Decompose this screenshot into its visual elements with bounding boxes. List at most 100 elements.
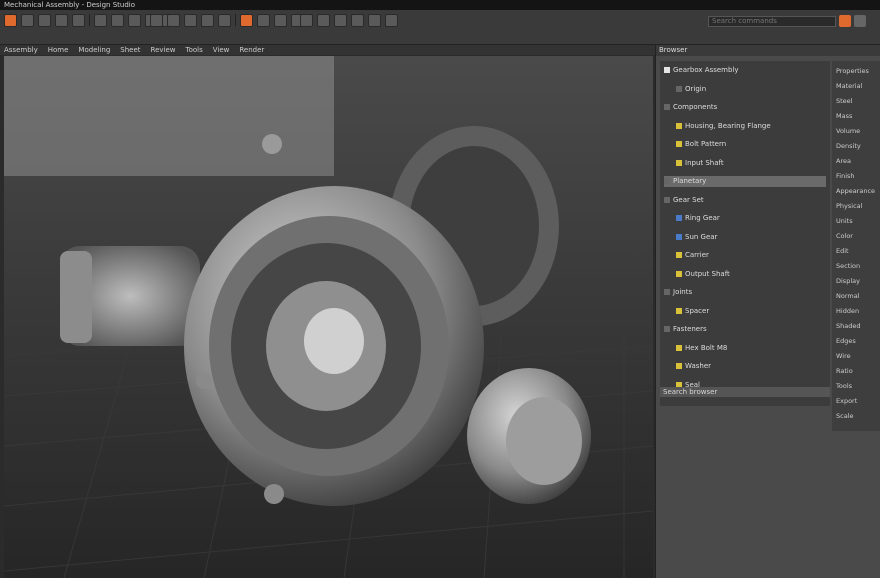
layers-icon[interactable] — [351, 14, 364, 27]
menu-bar: Assembly Home Modeling Sheet Review Tool… — [0, 45, 655, 55]
menu-item[interactable]: Tools — [186, 45, 203, 55]
property-item[interactable]: Normal — [836, 292, 860, 301]
property-item[interactable]: Display — [836, 277, 860, 286]
property-item[interactable]: Ratio — [836, 367, 853, 376]
tree-item[interactable]: Fasteners — [664, 324, 826, 335]
part-icon — [676, 270, 682, 277]
save-icon[interactable] — [38, 14, 51, 27]
property-item[interactable]: Properties — [836, 67, 869, 76]
viewport-canvas[interactable] — [4, 56, 653, 578]
center-bore — [304, 308, 364, 374]
chamfer-icon[interactable] — [201, 14, 214, 27]
property-item[interactable]: Hidden — [836, 307, 859, 316]
property-item[interactable]: Shaded — [836, 322, 860, 331]
toolbar-divider — [235, 14, 236, 26]
property-item[interactable]: Export — [836, 397, 857, 406]
property-item[interactable]: Finish — [836, 172, 855, 181]
assembly-icon — [664, 67, 670, 73]
tree-item[interactable]: Gear Set — [664, 195, 826, 206]
property-item[interactable]: Material — [836, 82, 862, 91]
title-bar: Mechanical Assembly - Design Studio — [0, 0, 880, 10]
input-shaft-flange[interactable] — [60, 251, 92, 343]
tree-item[interactable]: Input Shaft — [676, 158, 826, 169]
window-title: Mechanical Assembly - Design Studio — [4, 1, 136, 9]
menu-item[interactable]: Review — [151, 45, 176, 55]
search-input[interactable] — [708, 15, 836, 27]
tree-item[interactable]: Spacer — [676, 306, 826, 317]
extrude-icon[interactable] — [150, 14, 163, 27]
tree-item[interactable]: Housing, Bearing Flange — [676, 121, 826, 132]
fillet-icon[interactable] — [184, 14, 197, 27]
property-item[interactable]: Edges — [836, 337, 856, 346]
hole-icon[interactable] — [218, 14, 231, 27]
property-item[interactable]: Mass — [836, 112, 852, 121]
menu-item[interactable]: Assembly — [4, 45, 38, 55]
tree-item[interactable]: Planetary — [664, 176, 826, 187]
mount-boss — [196, 373, 212, 389]
settings-icon[interactable] — [368, 14, 381, 27]
property-item[interactable]: Tools — [836, 382, 852, 391]
part-icon — [676, 141, 682, 147]
property-item[interactable]: Steel — [836, 97, 852, 106]
tree-item-label: Origin — [685, 84, 707, 93]
new-file-icon[interactable] — [4, 14, 17, 27]
property-item[interactable]: Wire — [836, 352, 851, 361]
3d-viewport[interactable] — [4, 56, 653, 578]
browser-footer[interactable]: Search browser — [660, 387, 830, 397]
tree-item[interactable]: Carrier — [676, 250, 826, 261]
move-icon[interactable] — [111, 14, 124, 27]
joint-icon[interactable] — [274, 14, 287, 27]
grid-icon[interactable] — [300, 14, 313, 27]
menu-item[interactable]: Modeling — [78, 45, 110, 55]
tree-item[interactable]: Hex Bolt M8 — [676, 343, 826, 354]
property-item[interactable]: Physical — [836, 202, 862, 211]
search-icon[interactable] — [839, 15, 851, 27]
gear-icon — [676, 233, 682, 240]
gear-icon — [676, 215, 682, 221]
menu-item[interactable]: Render — [239, 45, 264, 55]
tree-item[interactable]: Ring Gear — [676, 213, 826, 224]
tree-item-label: Joints — [673, 288, 693, 296]
property-item[interactable]: Section — [836, 262, 860, 271]
menu-item[interactable]: Sheet — [120, 45, 140, 55]
bolt-icon — [676, 363, 682, 369]
tree-item-label: Gear Set — [673, 195, 704, 204]
tree-item[interactable]: Origin — [676, 84, 826, 95]
part-icon — [676, 307, 682, 314]
open-icon[interactable] — [21, 14, 34, 27]
tree-item[interactable]: Components — [664, 102, 826, 113]
property-item[interactable]: Color — [836, 232, 853, 241]
menu-item[interactable]: View — [213, 45, 230, 55]
tree-item-label: Spacer — [685, 306, 710, 315]
select-icon[interactable] — [94, 14, 107, 27]
right-panel: Browser Gearbox Assembly Origin Components… — [655, 45, 880, 578]
display-icon[interactable] — [334, 14, 347, 27]
camera-icon[interactable] — [317, 14, 330, 27]
tree-item[interactable]: Sun Gear — [676, 232, 826, 243]
gear-icon[interactable] — [385, 14, 398, 27]
tree-item[interactable]: Output Shaft — [676, 269, 826, 280]
render-icon[interactable] — [240, 14, 253, 27]
tree-item[interactable]: Joints — [664, 287, 826, 298]
property-item[interactable]: Density — [836, 142, 861, 151]
revolve-icon[interactable] — [167, 14, 180, 27]
menu-item[interactable]: Home — [48, 45, 69, 55]
folder-icon — [664, 326, 670, 332]
property-item[interactable]: Units — [836, 217, 853, 226]
property-item[interactable]: Appearance — [836, 187, 875, 196]
property-item[interactable]: Edit — [836, 247, 849, 256]
property-item[interactable]: Scale — [836, 412, 854, 421]
tree-item[interactable]: Washer — [676, 361, 826, 372]
part-icon — [676, 159, 682, 166]
redo-icon[interactable] — [72, 14, 85, 27]
panel-title: Browser — [656, 45, 880, 56]
section-icon[interactable] — [257, 14, 270, 27]
model-browser-tree: Gearbox Assembly Origin Components Housing,… — [660, 61, 830, 406]
undo-icon[interactable] — [55, 14, 68, 27]
rotate-icon[interactable] — [128, 14, 141, 27]
property-item[interactable]: Volume — [836, 127, 860, 136]
close-icon[interactable] — [854, 15, 866, 27]
tree-item[interactable]: Gearbox Assembly — [664, 65, 826, 76]
property-item[interactable]: Area — [836, 157, 851, 166]
tree-item[interactable]: Bolt Pattern — [676, 139, 826, 150]
